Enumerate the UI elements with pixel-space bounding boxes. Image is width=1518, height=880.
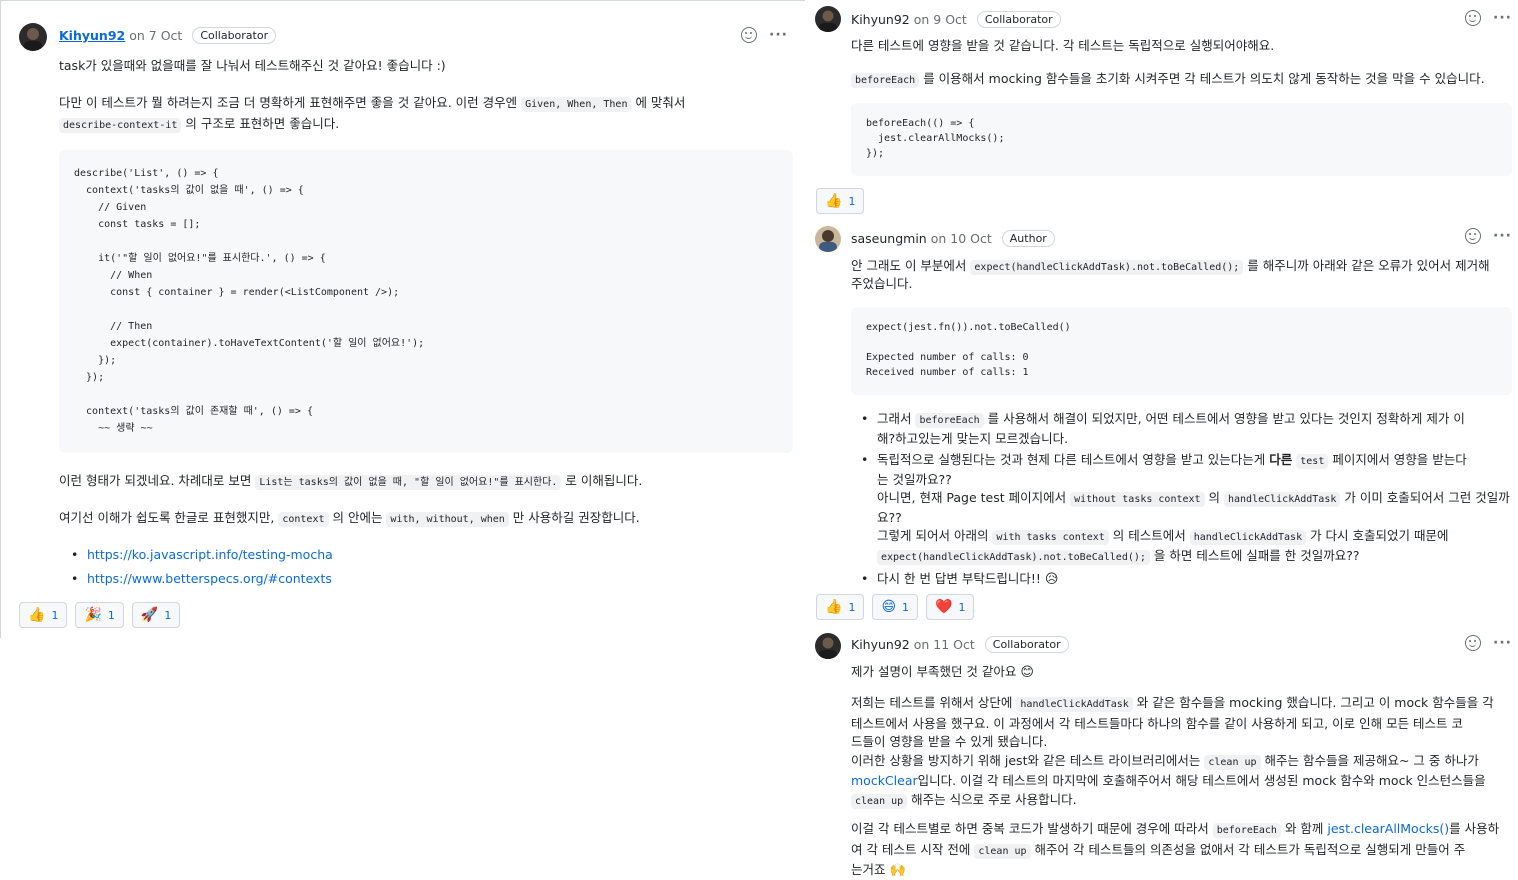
role-badge: Collaborator — [976, 11, 1061, 28]
reaction-thumbs-up-button[interactable]: 👍 1 — [816, 188, 865, 214]
code-block[interactable]: expect(jest.fn()).not.toBeCalled() Expec… — [851, 307, 1512, 395]
more-options-icon[interactable]: ··· — [1493, 10, 1512, 26]
more-options-icon[interactable]: ··· — [1493, 635, 1512, 651]
comment-thread: Kihyun92 on 9 Oct Collaborator ··· 다른 테스… — [805, 0, 1518, 880]
avatar[interactable] — [815, 633, 841, 659]
more-options-icon[interactable]: ··· — [769, 27, 788, 43]
raised-hands-icon: 🙌 — [889, 863, 906, 878]
list-item: 독립적으로 실행된다는 것과 현제 다른 테스트에서 영향을 받고 있는다는게 … — [861, 451, 1513, 567]
comment-kihyun92-7oct: Kihyun92 on 7 Oct Collaborator ··· task가… — [0, 0, 805, 638]
list-item: https://ko.javascript.info/testing-mocha — [71, 543, 333, 567]
comment-paragraph: 다른 테스트에 영향을 받을 것 같습니다. 각 테스트는 독립적으로 실행되어… — [851, 38, 1275, 53]
thumbs-up-icon: 👍 — [825, 599, 843, 615]
heart-icon: ❤️ — [935, 599, 953, 615]
comment-date[interactable]: on 9 Oct — [914, 12, 967, 27]
reactions-bar: 👍 1 🎉 1 🚀 1 — [19, 602, 181, 628]
sad-face-icon: 😥 — [1044, 572, 1059, 587]
comment-date[interactable]: on 11 Oct — [914, 637, 975, 652]
reaction-hooray-button[interactable]: 🎉 1 — [75, 602, 124, 628]
add-reaction-icon[interactable] — [1465, 635, 1481, 651]
comment-paragraph: 이걸 각 테스트별로 하면 중복 코드가 발생하기 때문에 경우에 따라서 be… — [851, 821, 1500, 878]
role-badge: Collaborator — [192, 27, 277, 44]
mockclear-link[interactable]: mockClear — [851, 773, 918, 788]
add-reaction-icon[interactable] — [1465, 228, 1481, 244]
author-link[interactable]: saseungmin — [851, 231, 927, 246]
thumbs-up-icon: 👍 — [28, 607, 46, 623]
thumbs-up-icon: 👍 — [825, 193, 843, 209]
comment-paragraph: 여기선 이해가 쉽도록 한글로 표현했지만, context 의 안에는 wit… — [59, 510, 640, 527]
reaction-thumbs-up-button[interactable]: 👍 1 — [19, 602, 68, 628]
list-item: 다시 한 번 답변 부탁드립니다!! 😥 — [861, 570, 1513, 589]
reactions-bar: 👍 1 — [816, 188, 865, 214]
clearallmocks-link[interactable]: jest.clearAllMocks() — [1327, 821, 1449, 836]
comment-date[interactable]: on 10 Oct — [931, 231, 992, 246]
comment-paragraph: 주었습니다. — [851, 276, 913, 291]
comment-paragraph: 안 그래도 이 부분에서 expect(handleClickAddTask).… — [851, 258, 1490, 275]
smile-icon: 😊 — [1020, 665, 1034, 680]
author-link[interactable]: Kihyun92 — [59, 28, 125, 43]
comment-paragraph: 다만 이 테스트가 뭘 하려는지 조금 더 명확하게 표현해주면 좋을 것 같아… — [59, 95, 686, 112]
comment-date[interactable]: on 7 Oct — [129, 28, 182, 43]
reaction-heart-button[interactable]: ❤️ 1 — [926, 594, 975, 620]
comment-paragraph: describe-context-it 의 구조로 표현하면 좋습니다. — [59, 114, 339, 135]
comment-paragraph: task가 있을때와 없을때를 잘 나눠서 테스트해주신 것 같아요! 좋습니다… — [59, 58, 446, 73]
avatar[interactable] — [815, 226, 841, 252]
add-reaction-icon[interactable] — [1465, 10, 1481, 26]
code-block[interactable]: beforeEach(() => { jest.clearAllMocks();… — [851, 103, 1512, 176]
link[interactable]: https://ko.javascript.info/testing-mocha — [87, 547, 333, 562]
more-options-icon[interactable]: ··· — [1493, 228, 1512, 244]
link[interactable]: https://www.betterspecs.org/#contexts — [87, 571, 332, 586]
author-link[interactable]: Kihyun92 — [851, 637, 910, 652]
avatar[interactable] — [19, 23, 47, 51]
list-item: https://www.betterspecs.org/#contexts — [71, 567, 333, 591]
add-reaction-icon[interactable] — [741, 27, 757, 43]
role-badge: Author — [1001, 230, 1055, 247]
link-list: https://ko.javascript.info/testing-mocha… — [71, 543, 333, 591]
comment-paragraph: 저희는 테스트를 위해서 상단에 handleClickAddTask 와 같은… — [851, 695, 1494, 809]
avatar[interactable] — [815, 6, 841, 32]
reaction-rocket-button[interactable]: 🚀 1 — [131, 602, 181, 628]
list-item: 그래서 beforeEach 를 사용해서 해결이 되었지만, 어떤 테스트에서… — [861, 410, 1513, 448]
party-popper-icon: 🎉 — [84, 607, 102, 623]
code-block[interactable]: describe('List', () => { context('tasks의… — [59, 150, 793, 453]
role-badge: Collaborator — [984, 636, 1069, 653]
bullet-list: 그래서 beforeEach 를 사용해서 해결이 되었지만, 어떤 테스트에서… — [861, 410, 1513, 592]
comment-paragraph: 이런 형태가 되겠네요. 차례대로 보면 List는 tasks의 값이 없을 … — [59, 473, 643, 490]
comment-paragraph: beforeEach 를 이용해서 mocking 함수들을 초기화 시켜주면 … — [851, 69, 1485, 90]
rocket-icon: 🚀 — [140, 607, 159, 623]
reaction-laugh-button[interactable]: 😄 1 — [872, 594, 919, 620]
reactions-bar: 👍 1 😄 1 ❤️ 1 — [816, 594, 975, 620]
reaction-thumbs-up-button[interactable]: 👍 1 — [816, 594, 865, 620]
laugh-icon: 😄 — [881, 599, 897, 615]
comment-paragraph: 제가 설명이 부족했던 것 같아요 😊 — [851, 664, 1034, 680]
author-link[interactable]: Kihyun92 — [851, 12, 910, 27]
